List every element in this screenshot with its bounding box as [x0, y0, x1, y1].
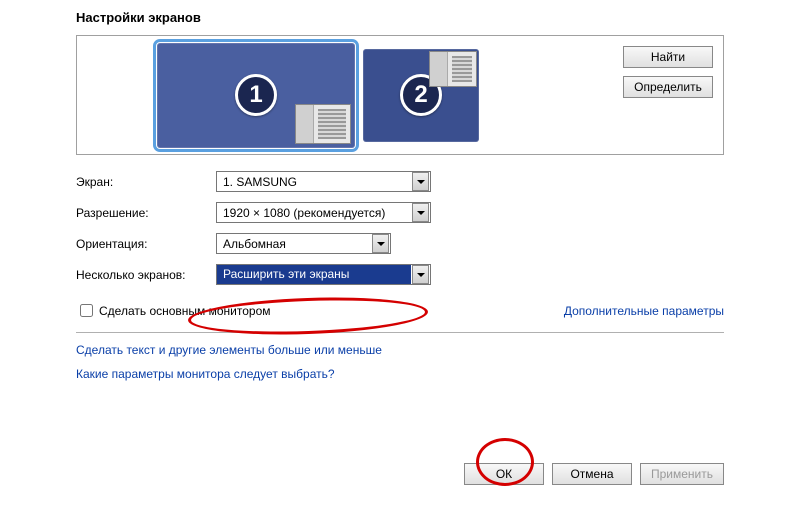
monitor-2-window-icon	[429, 51, 477, 87]
label-orientation: Ориентация:	[76, 237, 216, 251]
identify-button[interactable]: Определить	[623, 76, 713, 98]
dropdown-arrow-icon	[372, 234, 389, 253]
apply-button: Применить	[640, 463, 724, 485]
advanced-settings-link[interactable]: Дополнительные параметры	[564, 304, 724, 318]
label-screen: Экран:	[76, 175, 216, 189]
monitor-1-number: 1	[235, 74, 277, 116]
resolution-dropdown-value: 1920 × 1080 (рекомендуется)	[217, 206, 411, 220]
monitor-preview-area: 1 2 Найти Определить	[76, 35, 724, 155]
make-main-monitor-label: Сделать основным монитором	[99, 304, 271, 318]
page-title: Настройки экранов	[76, 10, 724, 25]
cancel-button[interactable]: Отмена	[552, 463, 632, 485]
dropdown-arrow-icon	[412, 203, 429, 222]
monitor-1-window-icon	[295, 104, 351, 144]
monitor-1[interactable]: 1	[157, 43, 355, 148]
resolution-dropdown[interactable]: 1920 × 1080 (рекомендуется)	[216, 202, 431, 223]
which-params-link[interactable]: Какие параметры монитора следует выбрать…	[76, 367, 724, 381]
screen-dropdown-value: 1. SAMSUNG	[217, 175, 411, 189]
dropdown-arrow-icon	[412, 265, 429, 284]
dropdown-arrow-icon	[412, 172, 429, 191]
multiple-displays-dropdown[interactable]: Расширить эти экраны	[216, 264, 431, 285]
divider	[76, 332, 724, 333]
orientation-dropdown[interactable]: Альбомная	[216, 233, 391, 254]
make-main-monitor-checkbox[interactable]	[80, 304, 93, 317]
find-button[interactable]: Найти	[623, 46, 713, 68]
label-resolution: Разрешение:	[76, 206, 216, 220]
orientation-dropdown-value: Альбомная	[217, 237, 371, 251]
monitor-2[interactable]: 2	[363, 49, 479, 142]
screen-dropdown[interactable]: 1. SAMSUNG	[216, 171, 431, 192]
label-multiple-displays: Несколько экранов:	[76, 268, 216, 282]
text-size-link[interactable]: Сделать текст и другие элементы больше и…	[76, 343, 724, 357]
ok-button[interactable]: ОК	[464, 463, 544, 485]
multiple-displays-dropdown-value: Расширить эти экраны	[217, 265, 411, 284]
